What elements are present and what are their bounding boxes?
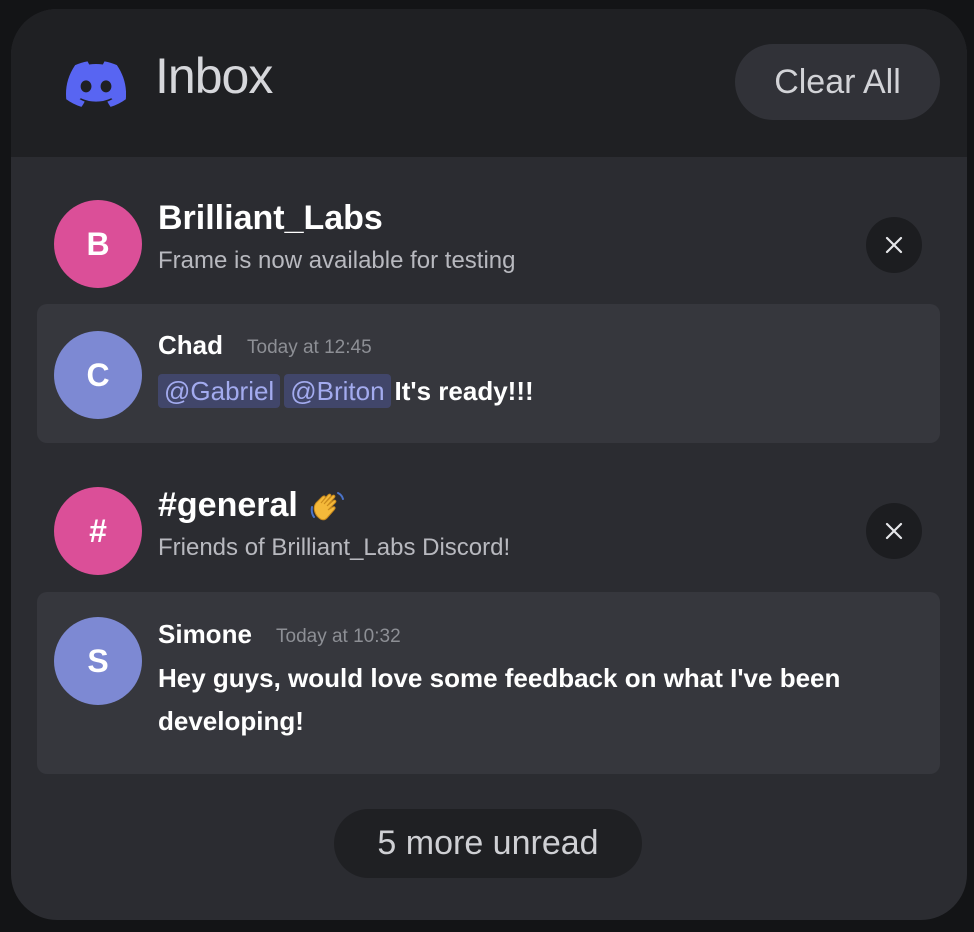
message-card[interactable]: C Chad Today at 12:45 @Gabriel @Briton It'… <box>37 304 940 443</box>
discord-logo-icon <box>66 61 126 107</box>
server-name[interactable]: Brilliant_Labs <box>158 198 383 238</box>
more-unread-button[interactable]: 5 more unread <box>334 809 642 878</box>
channel-name-text: #general <box>158 486 298 524</box>
message-author[interactable]: Chad <box>158 329 223 361</box>
dismiss-button[interactable] <box>866 503 922 559</box>
page-title: Inbox <box>155 48 273 104</box>
inbox-panel: Inbox Clear All B Brilliant_Labs Frame i… <box>11 9 967 920</box>
message-text: @Gabriel @Briton It's ready!!! <box>158 370 534 413</box>
close-icon <box>885 236 903 254</box>
waving-hand-icon <box>310 492 344 521</box>
message-card[interactable]: S Simone Today at 10:32 Hey guys, would … <box>37 592 940 774</box>
user-avatar[interactable]: C <box>54 331 142 419</box>
server-description: Frame is now available for testing <box>158 247 516 274</box>
message-timestamp: Today at 12:45 <box>247 337 372 358</box>
inbox-header: Inbox Clear All <box>11 9 967 157</box>
dismiss-button[interactable] <box>866 217 922 273</box>
channel-name[interactable]: #general <box>158 485 348 527</box>
message-body: It's ready!!! <box>394 376 534 406</box>
message-text: Hey guys, would love some feedback on wh… <box>158 663 841 736</box>
clear-all-button[interactable]: Clear All <box>735 44 940 120</box>
close-icon <box>885 522 903 540</box>
user-mention[interactable]: @Briton <box>284 374 391 408</box>
channel-description: Friends of Brilliant_Labs Discord! <box>158 534 511 561</box>
user-mention[interactable]: @Gabriel <box>158 374 281 408</box>
message-author[interactable]: Simone <box>158 618 252 650</box>
server-avatar[interactable]: B <box>54 200 142 288</box>
user-avatar[interactable]: S <box>54 617 142 705</box>
message-timestamp: Today at 10:32 <box>276 626 401 647</box>
channel-avatar[interactable]: # <box>54 487 142 575</box>
